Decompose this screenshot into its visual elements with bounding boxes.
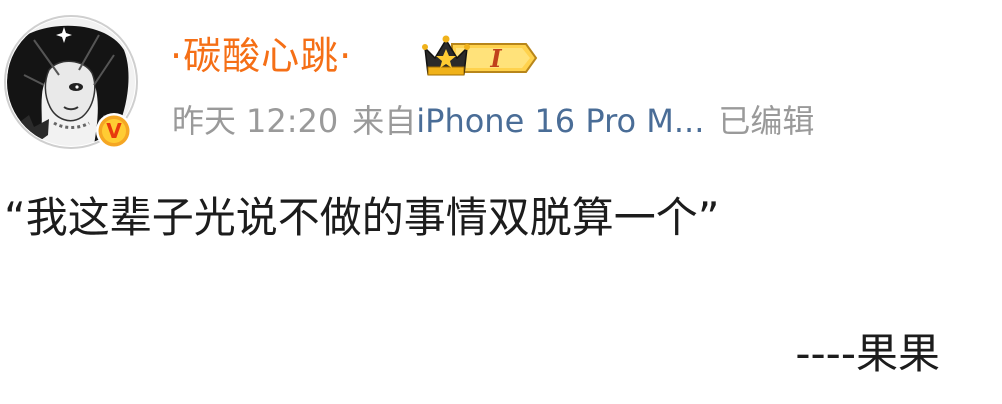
badge-level-text: I <box>489 44 502 73</box>
device-link[interactable]: iPhone 16 Pro M... <box>416 99 704 143</box>
crown-level-badge-icon: I <box>422 35 538 76</box>
post-signature: ----果果 <box>795 329 940 378</box>
post-meta: 昨天 12:20 来自iPhone 16 Pro M... 已编辑 <box>172 99 814 143</box>
post-content: “我这辈子光说不做的事情双脱算一个” <box>4 193 720 242</box>
verified-badge: V <box>95 112 133 150</box>
post-date: 昨天 <box>172 102 237 140</box>
verified-letter: V <box>106 119 122 143</box>
from-label: 来自 <box>352 102 417 140</box>
crown-level-badge[interactable]: I <box>422 34 540 82</box>
edited-label[interactable]: 已编辑 <box>718 99 814 143</box>
post-time: 12:20 <box>246 102 339 140</box>
verified-v-icon: V <box>96 113 132 149</box>
username[interactable]: ·碳酸心跳· <box>170 31 352 81</box>
